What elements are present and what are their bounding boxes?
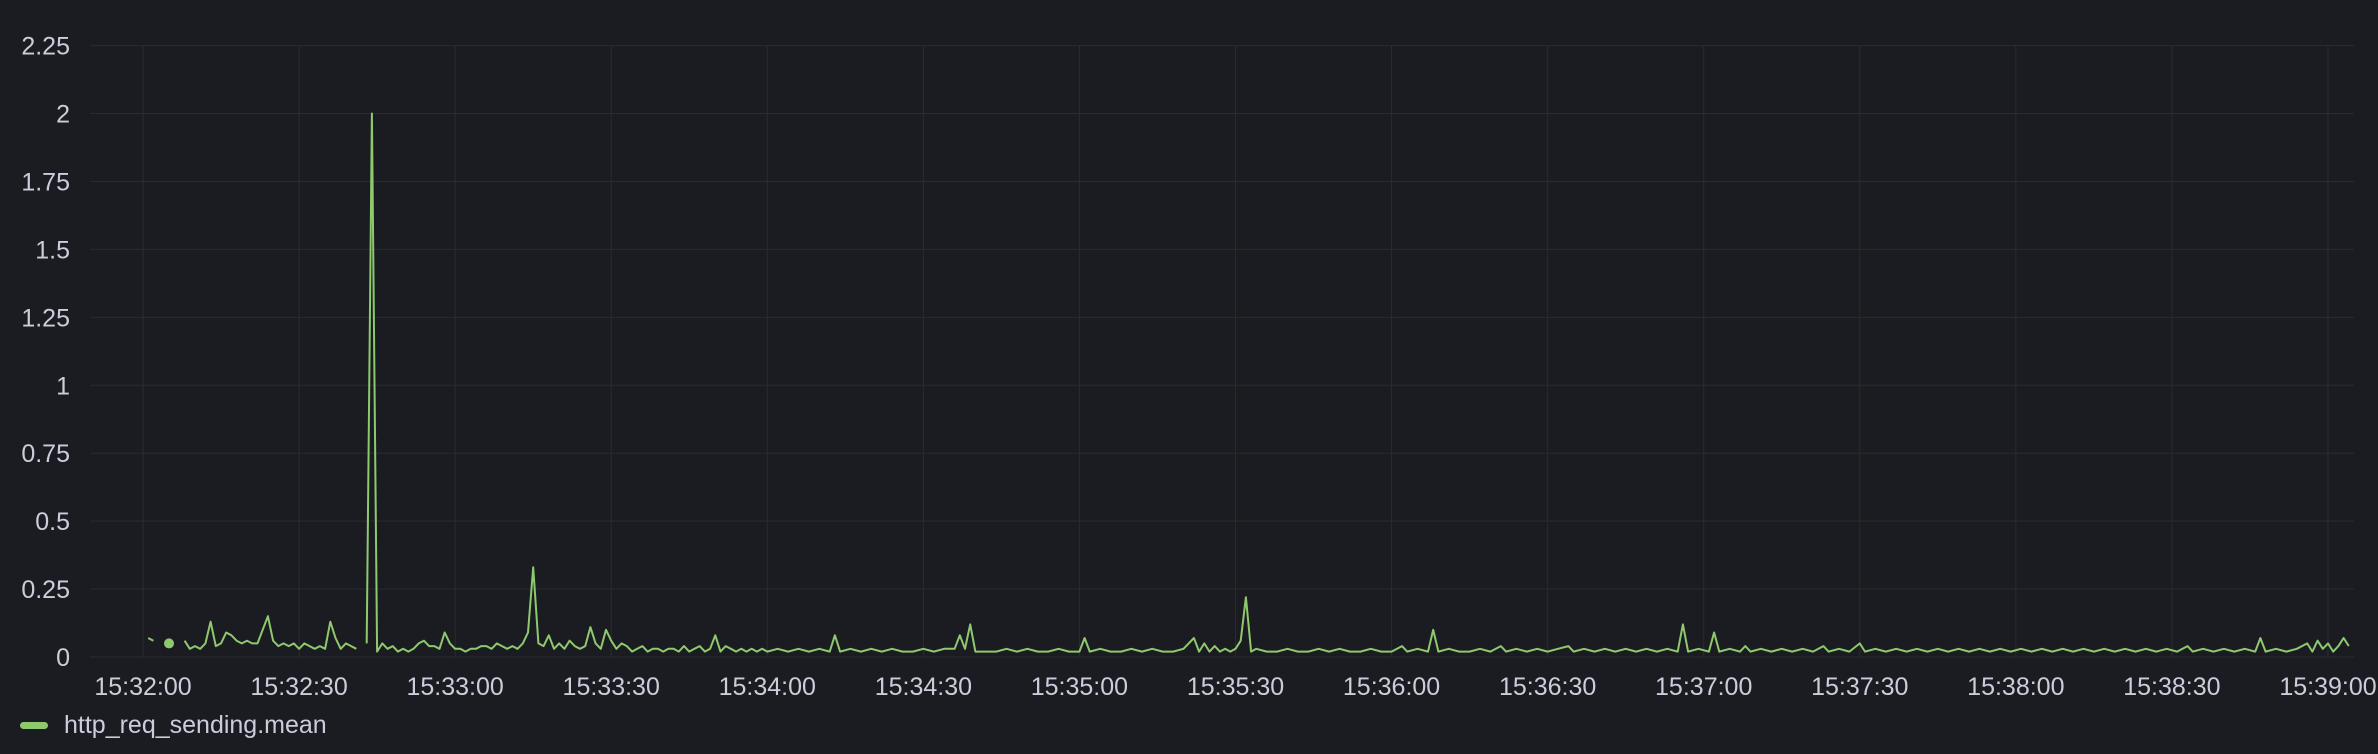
x-tick-label: 15:36:00 [1343, 673, 1440, 700]
y-tick-label: 1.25 [21, 304, 70, 332]
series-http_req_sending.mean [147, 112, 2350, 653]
x-tick-label: 15:38:00 [1967, 673, 2064, 700]
data-point [164, 638, 175, 649]
x-tick-label: 15:37:30 [1811, 673, 1908, 700]
x-tick-label: 15:33:00 [406, 673, 503, 700]
y-tick-label: 1.5 [35, 236, 70, 264]
x-tick-label: 15:34:30 [875, 673, 972, 700]
x-tick-label: 15:32:30 [250, 673, 347, 700]
y-tick-label: 0 [56, 644, 70, 672]
series-line-segment [365, 112, 2350, 653]
line-chart: 00.250.50.7511.251.51.7522.25 15:32:00 15… [21, 33, 2376, 700]
x-tick-label: 15:35:00 [1031, 673, 1128, 700]
y-axis-ticks: 0 0.25 0.5 0.75 1 1.25 1.5 1.75 2 2.25 [21, 33, 70, 672]
legend[interactable]: http_req_sending.mean [20, 711, 327, 740]
y-tick-label: 2 [56, 101, 70, 129]
y-tick-label: 0.75 [21, 440, 70, 468]
series-line-segment [183, 615, 357, 650]
y-tick-label: 2.25 [21, 33, 70, 61]
y-tick-label: 0.5 [35, 508, 70, 536]
grid [90, 45, 2354, 658]
x-tick-label: 15:38:30 [2123, 673, 2220, 700]
x-tick-label: 15:36:30 [1499, 673, 1596, 700]
legend-series-swatch [20, 722, 48, 729]
x-tick-label: 15:34:00 [719, 673, 816, 700]
x-tick-label: 15:33:30 [563, 673, 660, 700]
x-tick-label: 15:32:00 [94, 673, 191, 700]
y-tick-label: 0.25 [21, 576, 70, 604]
legend-series-label[interactable]: http_req_sending.mean [64, 711, 327, 740]
y-tick-label: 1 [56, 372, 70, 400]
series-layer [147, 112, 2350, 653]
x-tick-label: 15:35:30 [1187, 673, 1284, 700]
y-tick-label: 1.75 [21, 168, 70, 196]
series-line-segment [147, 637, 154, 642]
x-tick-label: 15:39:00 [2279, 673, 2376, 700]
x-axis-ticks: 15:32:00 15:32:30 15:33:00 15:33:30 15:34:00… [94, 673, 2376, 700]
time-series-panel: 0 0.25 0.5 0.75 1 1.25 1.5 1.75 2 2.25 15:32:00 15… [0, 0, 2378, 754]
x-tick-label: 15:37:00 [1655, 673, 1752, 700]
